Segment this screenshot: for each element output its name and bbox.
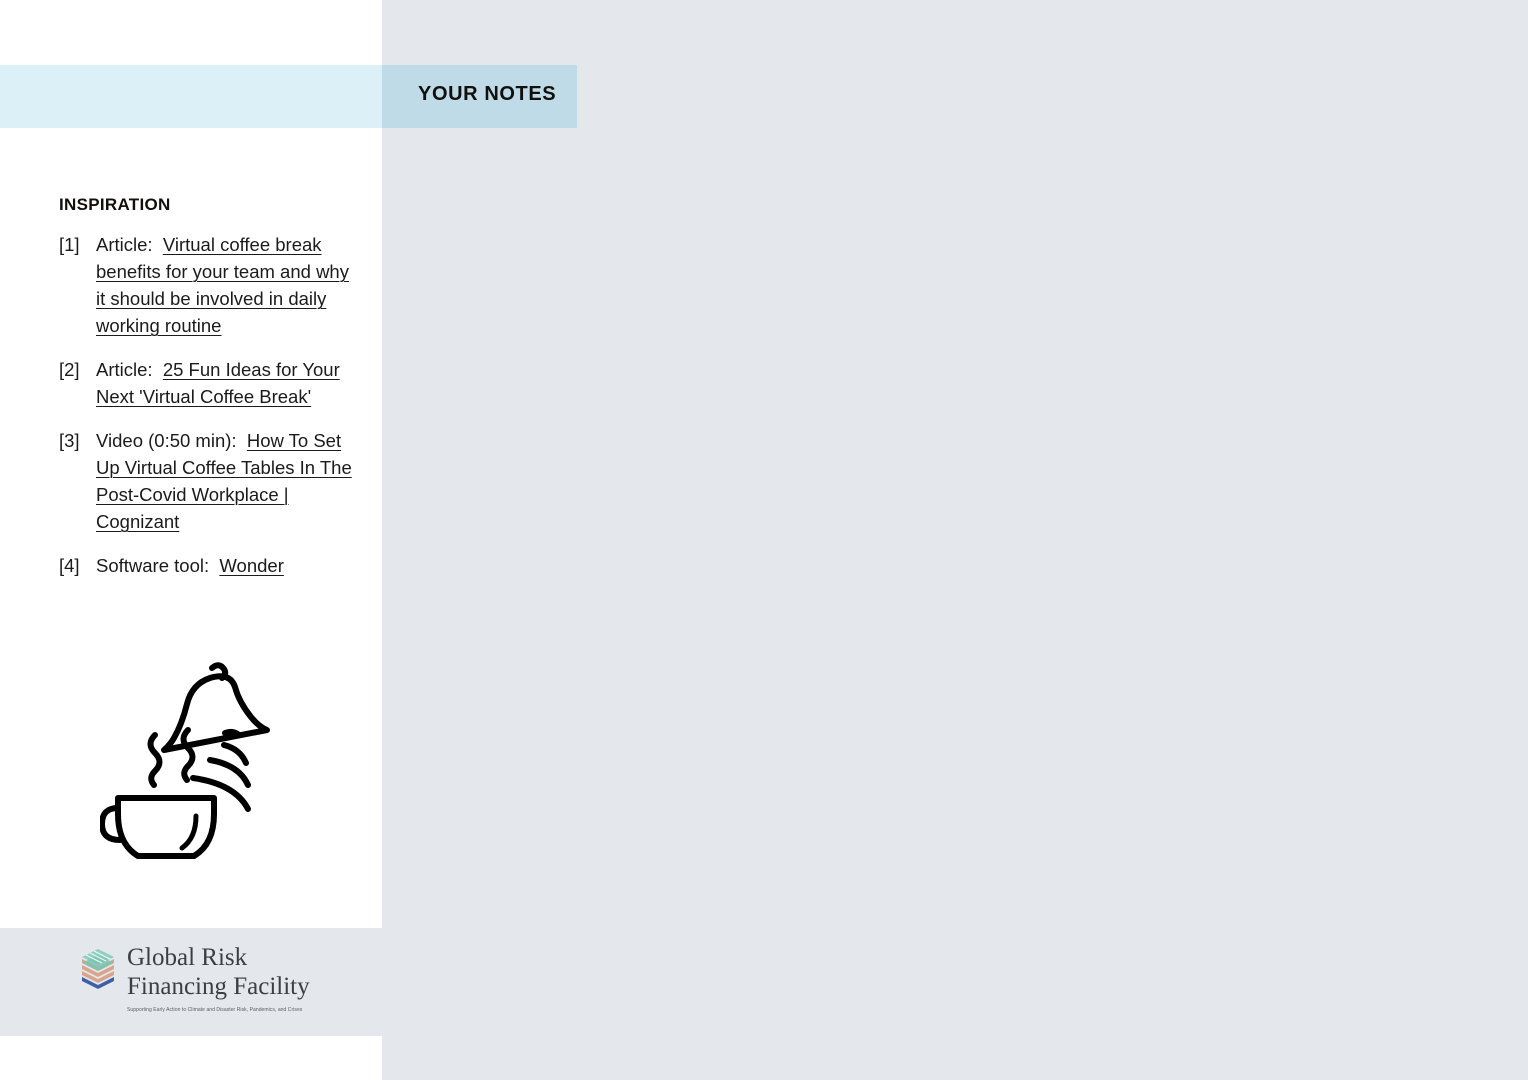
logo-line-2: Financing Facility [127,973,310,1000]
reference-marker: [1] [59,234,80,255]
reference-link[interactable]: Wonder [219,555,283,576]
logo-wordmark: Global Risk Financing Facility Supportin… [127,943,310,1014]
organization-logo: Global Risk Financing Facility Supportin… [78,943,310,1014]
inspiration-heading: INSPIRATION [59,195,171,214]
logo-line-1: Global Risk [127,944,248,971]
page-title: YOUR NOTES [418,83,557,105]
reference-label: Article: [96,359,153,380]
bell-body [161,673,270,753]
list-item: [4] Software tool: Wonder [59,552,359,579]
reference-label: Article: [96,234,153,255]
reference-marker: [2] [59,359,80,380]
bell-clapper [222,728,242,738]
sound-wave-inner [221,742,249,766]
list-item: [3] Video (0:50 min): How To Set Up Virt… [59,427,359,535]
reference-label: Video (0:50 min): [96,430,237,451]
reference-marker: [4] [59,555,80,576]
coffee-bell-illustration [99,650,285,865]
list-item: [1] Article: Virtual coffee break benefi… [59,231,359,339]
cup-body [115,795,217,859]
sound-wave-outer [190,775,251,812]
header-band-light [0,65,382,128]
list-item: [2] Article: 25 Fun Ideas for Your Next … [59,356,359,410]
cup-highlight [179,813,199,851]
inspiration-section: INSPIRATION [1] Article: Virtual coffee … [59,195,359,579]
reference-label: Software tool: [96,555,210,576]
steam-left [147,732,163,788]
stacked-blocks-logo-icon [82,949,114,989]
logo-tagline: Supporting Early Action to Climate and D… [127,1007,303,1013]
reference-marker: [3] [59,430,80,451]
steam-right [180,727,196,783]
coffee-bell-icon [99,662,270,859]
